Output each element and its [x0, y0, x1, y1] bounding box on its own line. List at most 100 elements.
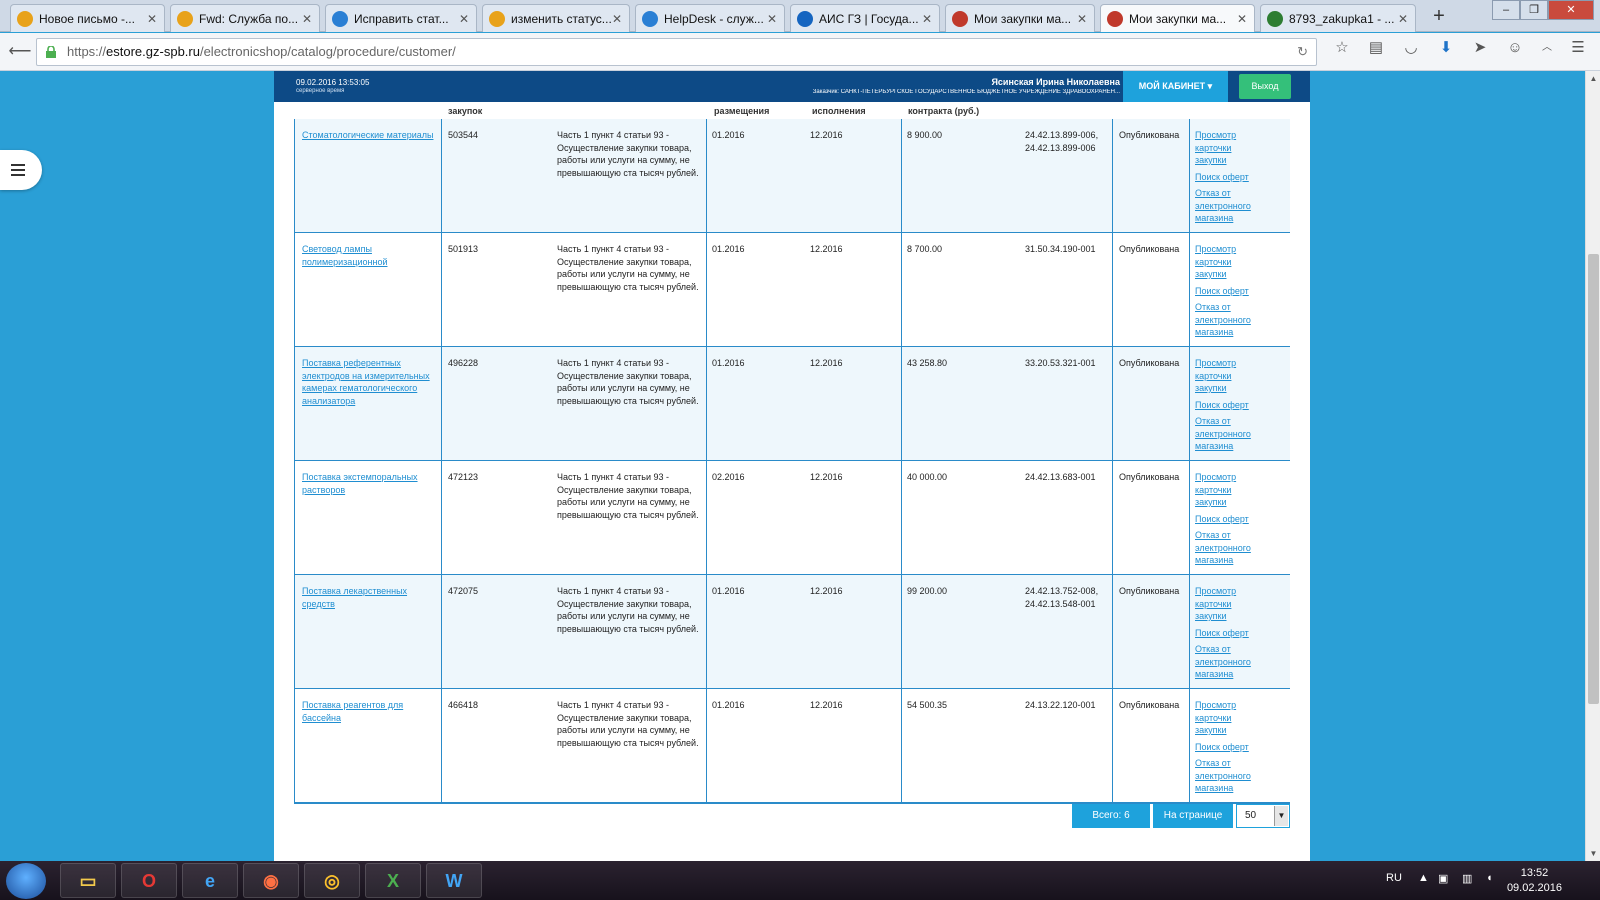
purchase-link-text[interactable]: Стоматологические материалы [302, 130, 433, 140]
purchase-name-link[interactable]: Поставка лекарственных средств [302, 585, 434, 610]
ie-icon[interactable]: e [182, 863, 238, 898]
opera-icon[interactable]: O [121, 863, 177, 898]
close-tab-icon[interactable]: ✕ [1397, 12, 1409, 26]
address-bar[interactable]: https://estore.gz-spb.ru/electronicshop/… [36, 38, 1317, 66]
network-icon[interactable]: ▥ [1462, 872, 1472, 885]
word-icon[interactable]: W [426, 863, 482, 898]
refuse-eshop-link[interactable]: Отказ от электронного магазина [1195, 187, 1259, 225]
view-card-link[interactable]: Просмотр карточки закупки [1195, 357, 1259, 395]
refuse-eshop-link[interactable]: Отказ от электронного магазина [1195, 643, 1259, 681]
browser-tab[interactable]: Исправить стат... ✕ [325, 4, 477, 32]
reading-list-icon[interactable]: ▤ [1366, 38, 1386, 58]
reload-icon[interactable]: ↻ [1297, 39, 1308, 65]
chevron-up-icon[interactable]: ︿ [1537, 38, 1557, 58]
close-window-button[interactable]: ✕ [1548, 0, 1594, 20]
scrollbar-thumb[interactable] [1588, 254, 1599, 704]
start-button[interactable] [6, 863, 46, 899]
refuse-eshop-link[interactable]: Отказ от электронного магазина [1195, 757, 1259, 795]
purchase-name-link[interactable]: Световод лампы полимеризационной [302, 243, 434, 268]
purchase-link-text[interactable]: Поставка лекарственных средств [302, 586, 407, 609]
per-page-select[interactable]: 50 ▼ [1236, 804, 1290, 828]
purchase-name-link[interactable]: Поставка референтных электродов на измер… [302, 357, 434, 407]
column-divider [901, 461, 902, 574]
search-offers-link[interactable]: Поиск оферт [1195, 171, 1259, 184]
view-card-link[interactable]: Просмотр карточки закупки [1195, 471, 1259, 509]
close-tab-icon[interactable]: ✕ [921, 12, 933, 26]
okpd-code: 33.20.53.321-001 [1025, 358, 1096, 368]
purchase-name-link[interactable]: Поставка реагентов для бассейна [302, 699, 434, 724]
back-arrow-icon[interactable]: ⟵ [6, 38, 34, 66]
my-cabinet-button[interactable]: МОЙ КАБИНЕТ ▾ [1123, 71, 1228, 102]
row-actions: Просмотр карточки закупки Поиск оферт Отка… [1195, 129, 1259, 229]
per-page-label: На странице [1153, 804, 1233, 828]
exit-button[interactable]: Выход [1239, 74, 1291, 99]
send-icon[interactable]: ➤ [1470, 38, 1490, 58]
bookmark-star-icon[interactable]: ☆ [1332, 38, 1352, 58]
close-tab-icon[interactable]: ✕ [611, 12, 623, 26]
purchase-link-text[interactable]: Поставка экстемпоральных растворов [302, 472, 418, 495]
explorer-icon[interactable]: ▭ [60, 863, 116, 898]
pocket-icon[interactable]: ◡ [1401, 38, 1421, 58]
menu-icon[interactable]: ☰ [1568, 38, 1588, 58]
navigation-bar: ⟵ https://estore.gz-spb.ru/electronicsho… [0, 33, 1600, 71]
search-offers-link[interactable]: Поиск оферт [1195, 513, 1259, 526]
chrome-icon[interactable]: ◎ [304, 863, 360, 898]
close-tab-icon[interactable]: ✕ [766, 12, 778, 26]
search-offers-link[interactable]: Поиск оферт [1195, 741, 1259, 754]
system-clock[interactable]: 13:52 09.02.2016 [1507, 866, 1562, 896]
vertical-scrollbar[interactable]: ▲ ▼ [1585, 71, 1600, 861]
close-tab-icon[interactable]: ✕ [458, 12, 470, 26]
execution-date: 12.2016 [810, 700, 843, 710]
search-offers-link[interactable]: Поиск оферт [1195, 399, 1259, 412]
browser-tab[interactable]: АИС ГЗ | Госуда... ✕ [790, 4, 940, 32]
view-card-link[interactable]: Просмотр карточки закупки [1195, 129, 1259, 167]
browser-tab[interactable]: Новое письмо -... ✕ [10, 4, 165, 32]
close-tab-icon[interactable]: ✕ [301, 12, 313, 26]
purchase-status: Опубликована [1119, 130, 1180, 140]
volume-icon[interactable]: ◖ [1486, 872, 1493, 884]
purchase-link-text[interactable]: Поставка реагентов для бассейна [302, 700, 403, 723]
close-tab-icon[interactable]: ✕ [1076, 12, 1088, 26]
close-tab-icon[interactable]: ✕ [1236, 12, 1248, 26]
browser-tab[interactable]: Мои закупки ма... ✕ [945, 4, 1095, 32]
view-card-link[interactable]: Просмотр карточки закупки [1195, 699, 1259, 737]
download-icon[interactable]: ⬇ [1436, 38, 1456, 58]
minimize-button[interactable]: – [1492, 0, 1520, 20]
tab-label: Исправить стат... [354, 11, 449, 26]
search-offers-link[interactable]: Поиск оферт [1195, 285, 1259, 298]
side-menu-toggle[interactable] [0, 150, 42, 190]
refuse-eshop-link[interactable]: Отказ от электронного магазина [1195, 529, 1259, 567]
browser-tab[interactable]: HelpDesk - служ... ✕ [635, 4, 785, 32]
scroll-down-icon[interactable]: ▼ [1586, 846, 1600, 861]
close-tab-icon[interactable]: ✕ [146, 12, 158, 26]
browser-tab[interactable]: 8793_zakupka1 - ... ✕ [1260, 4, 1416, 32]
refuse-eshop-link[interactable]: Отказ от электронного магазина [1195, 415, 1259, 453]
new-tab-button[interactable]: + [1426, 4, 1452, 30]
chevron-down-icon[interactable]: ▼ [1274, 806, 1288, 826]
header-placement: размещения [714, 106, 770, 116]
purchase-name-link[interactable]: Стоматологические материалы [302, 129, 434, 142]
refuse-eshop-link[interactable]: Отказ от электронного магазина [1195, 301, 1259, 339]
purchase-name-link[interactable]: Поставка экстемпоральных растворов [302, 471, 434, 496]
column-divider [1189, 461, 1190, 574]
view-card-link[interactable]: Просмотр карточки закупки [1195, 585, 1259, 623]
excel-icon[interactable]: X [365, 863, 421, 898]
purchase-link-text[interactable]: Световод лампы полимеризационной [302, 244, 387, 267]
ais-icon [797, 10, 813, 27]
show-hidden-icons-icon[interactable]: ▲ [1418, 872, 1429, 884]
firefox-icon[interactable]: ◉ [243, 863, 299, 898]
view-card-link[interactable]: Просмотр карточки закупки [1195, 243, 1259, 281]
tab-label: изменить статус... [511, 11, 611, 26]
execution-date: 12.2016 [810, 130, 843, 140]
mail-icon [489, 10, 505, 27]
device-icon[interactable]: ▣ [1438, 872, 1448, 885]
browser-tab[interactable]: Мои закупки ма... ✕ [1100, 4, 1255, 32]
language-indicator[interactable]: RU [1386, 872, 1402, 884]
purchase-link-text[interactable]: Поставка референтных электродов на измер… [302, 358, 430, 406]
browser-tab[interactable]: Fwd: Служба по... ✕ [170, 4, 320, 32]
maximize-button[interactable]: ❐ [1520, 0, 1548, 20]
search-offers-link[interactable]: Поиск оферт [1195, 627, 1259, 640]
scroll-up-icon[interactable]: ▲ [1586, 71, 1600, 86]
chat-icon[interactable]: ☺ [1505, 38, 1525, 58]
browser-tab[interactable]: изменить статус... ✕ [482, 4, 630, 32]
